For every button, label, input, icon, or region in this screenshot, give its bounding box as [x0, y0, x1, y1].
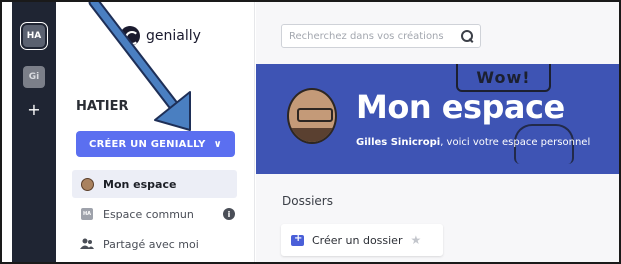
team-name: HATIER [76, 99, 129, 114]
folders-heading: Dossiers [282, 194, 333, 208]
sidebar-item-label: Partagé avec moi [103, 237, 199, 251]
chevron-down-icon: ∨ [213, 138, 222, 150]
new-folder-icon [291, 233, 304, 246]
workspace-button-gi[interactable]: Gi [23, 66, 45, 88]
logo-text: genially [146, 28, 201, 44]
sidebar-nav: Mon espace HA Espace commun i Partagé av… [72, 170, 237, 260]
sidebar-item-label: Mon espace [103, 177, 177, 191]
sidebar-item-partage[interactable]: Partagé avec moi [72, 230, 237, 258]
user-avatar-icon [80, 177, 94, 191]
main-content: Recherchez dans vos créations Wow! Mon e… [256, 2, 619, 262]
page-title: Mon espace [356, 88, 565, 126]
create-folder-button[interactable]: Créer un dossier ★ [281, 224, 443, 256]
genially-logo-icon [120, 26, 140, 46]
people-icon [80, 237, 94, 251]
create-folder-label: Créer un dossier [312, 233, 403, 247]
sidebar: genially HATIER CRÉER UN GENIALLY ∨ Mon … [56, 2, 255, 262]
search-input[interactable]: Recherchez dans vos créations [289, 31, 460, 42]
sidebar-item-label: Espace commun [103, 207, 194, 221]
sidebar-item-mon-espace[interactable]: Mon espace [72, 170, 237, 198]
user-avatar [287, 88, 337, 144]
star-icon[interactable]: ★ [410, 233, 421, 247]
create-genially-button[interactable]: CRÉER UN GENIALLY ∨ [76, 131, 235, 157]
hero-subtitle: Gilles Sinicropi, voici votre espace per… [356, 137, 590, 148]
sidebar-item-espace-commun[interactable]: HA Espace commun i [72, 200, 237, 228]
genially-logo[interactable]: genially [120, 26, 201, 46]
hero-subtitle-text: , voici votre espace personnel [440, 137, 591, 148]
info-icon[interactable]: i [223, 208, 235, 220]
user-name: Gilles Sinicropi [356, 137, 441, 148]
add-workspace-button[interactable]: + [23, 98, 45, 120]
search-field[interactable]: Recherchez dans vos créations [281, 24, 481, 48]
search-icon[interactable] [460, 29, 474, 43]
workspace-button-ha[interactable]: HA [23, 25, 45, 47]
app-window: HA Gi + genially HATIER CRÉER UN GENIALL… [0, 0, 621, 264]
hero-banner: Wow! Mon espace Gilles Sinicropi, voici … [256, 64, 619, 174]
team-badge-icon: HA [80, 207, 94, 221]
workspace-rail: HA Gi + [12, 2, 56, 262]
create-genially-label: CRÉER UN GENIALLY [89, 138, 206, 150]
